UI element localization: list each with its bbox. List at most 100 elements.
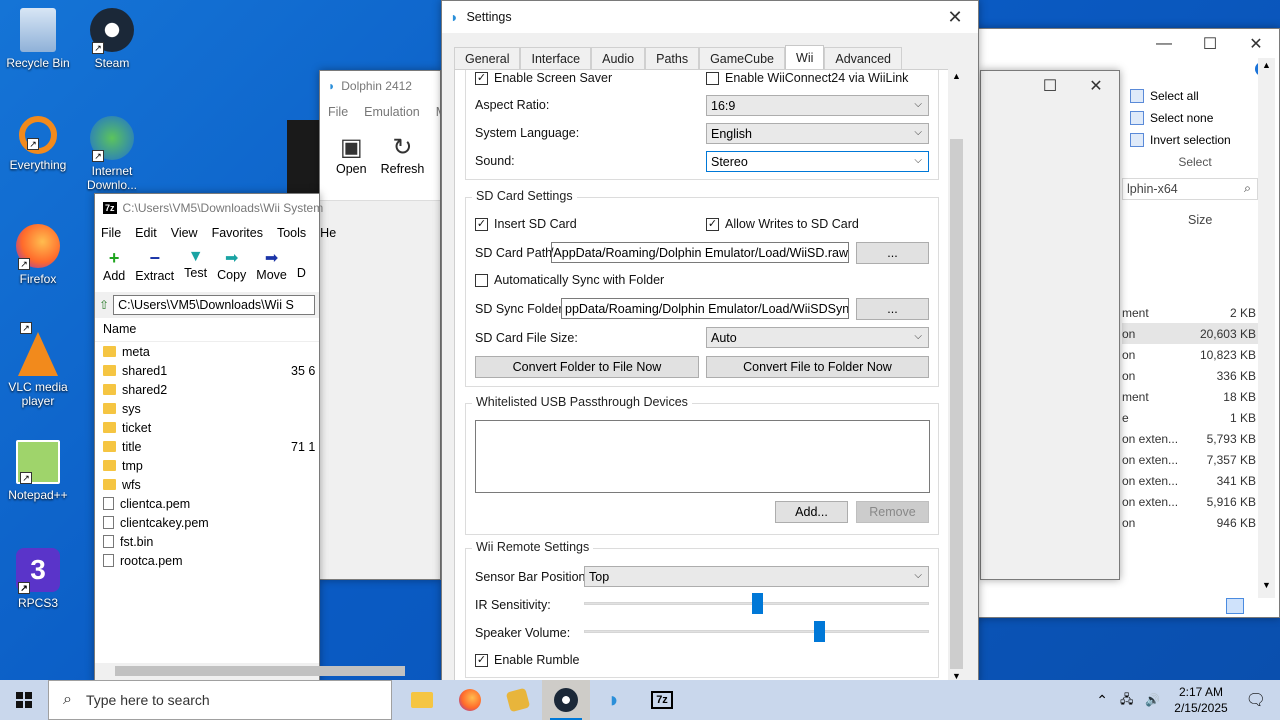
- network-icon[interactable]: 🖧: [1114, 690, 1139, 711]
- list-item[interactable]: shared2: [95, 380, 319, 399]
- extract-button[interactable]: − Extract: [135, 248, 174, 288]
- taskbar-firefox[interactable]: [446, 680, 494, 720]
- scroll-up-icon[interactable]: ▲: [1262, 60, 1271, 70]
- details-view-icon[interactable]: [1226, 598, 1244, 614]
- tab-advanced[interactable]: Advanced: [824, 47, 902, 69]
- rumble-checkbox[interactable]: ✓ Enable Rumble: [475, 653, 579, 667]
- table-row[interactable]: on 336 KB: [1122, 365, 1258, 386]
- maximize-icon[interactable]: ☐: [1187, 29, 1233, 59]
- 7zip-hscrollbar[interactable]: [95, 663, 405, 680]
- table-row[interactable]: ment 18 KB: [1122, 386, 1258, 407]
- screen-saver-checkbox[interactable]: ✓ Enable Screen Saver: [475, 71, 612, 85]
- sd-path-browse-button[interactable]: ...: [856, 242, 929, 264]
- aspect-ratio-select[interactable]: 16:9 ⌵: [706, 95, 929, 116]
- 7zip-path-input[interactable]: C:\Users\VM5\Downloads\Wii S: [113, 295, 315, 315]
- open-button[interactable]: ▣ Open: [336, 133, 367, 190]
- select-none-button[interactable]: Select none: [1130, 107, 1250, 129]
- menu-view[interactable]: View: [171, 226, 198, 240]
- start-button[interactable]: [0, 680, 48, 720]
- insert-sd-checkbox[interactable]: ✓ Insert SD Card: [475, 217, 577, 231]
- menu-file[interactable]: File: [101, 226, 121, 240]
- table-row[interactable]: on exten... 5,916 KB: [1122, 491, 1258, 512]
- list-item[interactable]: title 71 1: [95, 437, 319, 456]
- taskbar-steam[interactable]: [542, 680, 590, 720]
- list-item[interactable]: tmp: [95, 456, 319, 475]
- scroll-down-icon[interactable]: ▼: [1262, 580, 1271, 590]
- notification-icon[interactable]: 🗨: [1236, 690, 1280, 710]
- menu-file[interactable]: File: [328, 105, 348, 119]
- tiles-view-icon[interactable]: [1250, 598, 1268, 614]
- tab-wii[interactable]: Wii: [785, 45, 825, 69]
- taskbar-search-box[interactable]: ⌕ Type here to search: [48, 680, 392, 720]
- convert-file-to-folder-button[interactable]: Convert File to Folder Now: [706, 356, 929, 378]
- refresh-button[interactable]: ↻ Refresh: [381, 133, 425, 190]
- test-button[interactable]: ▼ Test: [184, 248, 207, 288]
- list-item[interactable]: meta: [95, 342, 319, 361]
- sensor-bar-select[interactable]: Top ⌵: [584, 566, 929, 587]
- menu-favorites[interactable]: Favorites: [212, 226, 263, 240]
- menu-edit[interactable]: Edit: [135, 226, 157, 240]
- taskbar-notes[interactable]: [494, 680, 542, 720]
- table-row[interactable]: e 1 KB: [1122, 407, 1258, 428]
- menu-tools[interactable]: Tools: [277, 226, 306, 240]
- list-item[interactable]: wfs: [95, 475, 319, 494]
- table-row[interactable]: ment 2 KB: [1122, 302, 1258, 323]
- tab-general[interactable]: General: [454, 47, 521, 69]
- tab-gamecube[interactable]: GameCube: [699, 47, 786, 69]
- sd-path-input[interactable]: /AppData/Roaming/Dolphin Emulator/Load/W…: [551, 242, 849, 263]
- table-row[interactable]: on exten... 341 KB: [1122, 470, 1258, 491]
- list-item[interactable]: fst.bin: [95, 532, 319, 551]
- menu-help[interactable]: He: [320, 226, 336, 240]
- auto-sync-checkbox[interactable]: Automatically Sync with Folder: [475, 273, 664, 287]
- sd-sync-browse-button[interactable]: ...: [856, 298, 929, 320]
- delete-button[interactable]: D: [297, 248, 306, 288]
- list-item[interactable]: clientca.pem: [95, 494, 319, 513]
- settings-scrollbar[interactable]: ▲ ▼: [948, 69, 965, 683]
- tab-interface[interactable]: Interface: [520, 47, 592, 69]
- desktop-icon-everything[interactable]: ↗ Everything: [0, 116, 76, 172]
- clock[interactable]: 2:17 AM 2/15/2025: [1166, 684, 1235, 716]
- close-icon[interactable]: ✕: [1073, 71, 1119, 101]
- speaker-icon[interactable]: 🔊: [1139, 693, 1166, 707]
- menu-emulation[interactable]: Emulation: [364, 105, 420, 119]
- list-item[interactable]: clientcakey.pem: [95, 513, 319, 532]
- list-item[interactable]: ticket: [95, 418, 319, 437]
- desktop-icon-vlc[interactable]: ↗ VLC media player: [0, 322, 76, 408]
- taskbar-7zip[interactable]: 7z: [638, 680, 686, 720]
- chevron-up-icon[interactable]: ⌃: [1090, 692, 1114, 709]
- desktop-icon-steam[interactable]: ↗ Steam: [74, 8, 150, 70]
- taskbar-file-explorer[interactable]: [398, 680, 446, 720]
- sd-sync-input[interactable]: ppData/Roaming/Dolphin Emulator/Load/Wii…: [561, 298, 849, 319]
- explorer-scrollbar[interactable]: ▲ ▼: [1258, 58, 1275, 598]
- convert-folder-to-file-button[interactable]: Convert Folder to File Now: [475, 356, 699, 378]
- sound-select[interactable]: Stereo ⌵: [706, 151, 929, 172]
- system-language-select[interactable]: English ⌵: [706, 123, 929, 144]
- add-usb-button[interactable]: Add...: [775, 501, 848, 523]
- explorer-search-input[interactable]: lphin-x64 ⌕: [1122, 178, 1258, 200]
- table-row[interactable]: on 20,603 KB: [1122, 323, 1258, 344]
- close-icon[interactable]: ✕: [932, 2, 978, 32]
- scrollbar-thumb[interactable]: [950, 139, 963, 669]
- allow-writes-checkbox[interactable]: ✓ Allow Writes to SD Card: [706, 217, 859, 231]
- speaker-volume-thumb[interactable]: [814, 621, 825, 642]
- remove-usb-button[interactable]: Remove: [856, 501, 929, 523]
- ir-sensitivity-thumb[interactable]: [752, 593, 763, 614]
- desktop-icon-notepadpp[interactable]: ↗ Notepad++: [0, 440, 76, 502]
- desktop-icon-recycle-bin[interactable]: Recycle Bin: [0, 8, 76, 70]
- sd-size-select[interactable]: Auto ⌵: [706, 327, 929, 348]
- desktop-icon-idm[interactable]: ↗ Internet Downlo...: [74, 116, 150, 194]
- close-icon[interactable]: ✕: [1233, 29, 1279, 59]
- tab-paths[interactable]: Paths: [645, 47, 700, 69]
- wiiconnect-checkbox[interactable]: Enable WiiConnect24 via WiiLink: [706, 71, 908, 85]
- table-row[interactable]: on 10,823 KB: [1122, 344, 1258, 365]
- copy-button[interactable]: ➡ Copy: [217, 248, 246, 288]
- up-folder-icon[interactable]: ⇧: [99, 298, 109, 312]
- list-item[interactable]: sys: [95, 399, 319, 418]
- desktop-icon-rpcs3[interactable]: 3 ↗ RPCS3: [0, 548, 76, 610]
- desktop-icon-firefox[interactable]: ↗ Firefox: [0, 224, 76, 286]
- taskbar-dolphin[interactable]: ◗: [590, 680, 638, 720]
- add-button[interactable]: + Add: [103, 248, 125, 288]
- scroll-up-icon[interactable]: ▲: [952, 71, 961, 81]
- table-row[interactable]: on 946 KB: [1122, 512, 1258, 533]
- maximize-icon[interactable]: ☐: [1027, 71, 1073, 101]
